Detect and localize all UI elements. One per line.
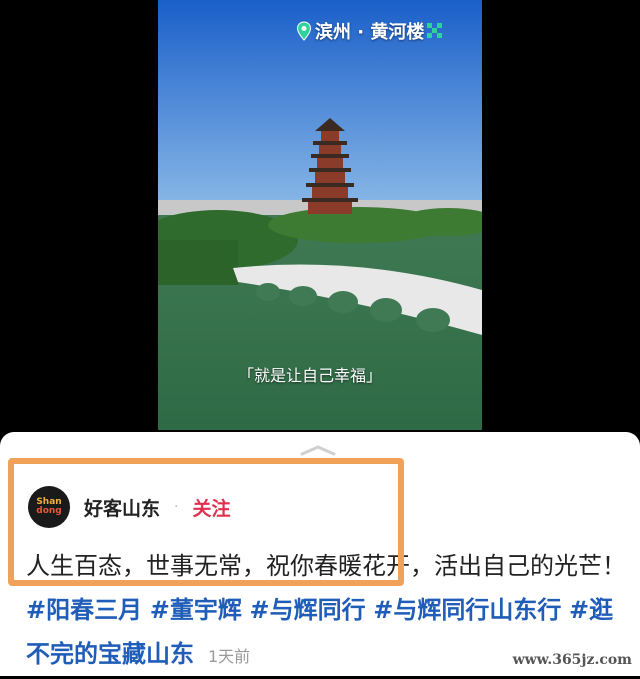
post-body: 人生百态，世事无常，祝你春暖花开，活出自己的光芒！ [26, 552, 626, 580]
hashtag[interactable]: #与辉同行山东行 [373, 596, 561, 624]
author-name[interactable]: 好客山东 [84, 494, 160, 521]
post-time: 1天前 [208, 647, 251, 666]
follow-button[interactable]: 关注 [192, 494, 230, 521]
watermark: www.365jz.com [512, 652, 632, 668]
location-pin-icon [296, 21, 312, 41]
video-subtitle: 「就是让自己幸福」 [238, 366, 383, 385]
author-row: Shan dong 好客山东 · 关注 [28, 486, 230, 528]
hashtag[interactable]: #与辉同行 [250, 596, 366, 624]
chevron-up-icon[interactable] [298, 444, 338, 456]
location-tag[interactable]: 滨州 · 黄河楼 [296, 18, 443, 44]
separator-dot: · [174, 499, 179, 515]
location-label: 滨州 · 黄河楼 [315, 22, 425, 43]
hashtag[interactable]: #董宇辉 [150, 596, 242, 624]
checker-icon [427, 23, 443, 38]
avatar[interactable]: Shan dong [28, 486, 70, 528]
avatar-text-bottom: dong [36, 506, 62, 516]
hashtag[interactable]: #阳春三月 [26, 596, 142, 624]
